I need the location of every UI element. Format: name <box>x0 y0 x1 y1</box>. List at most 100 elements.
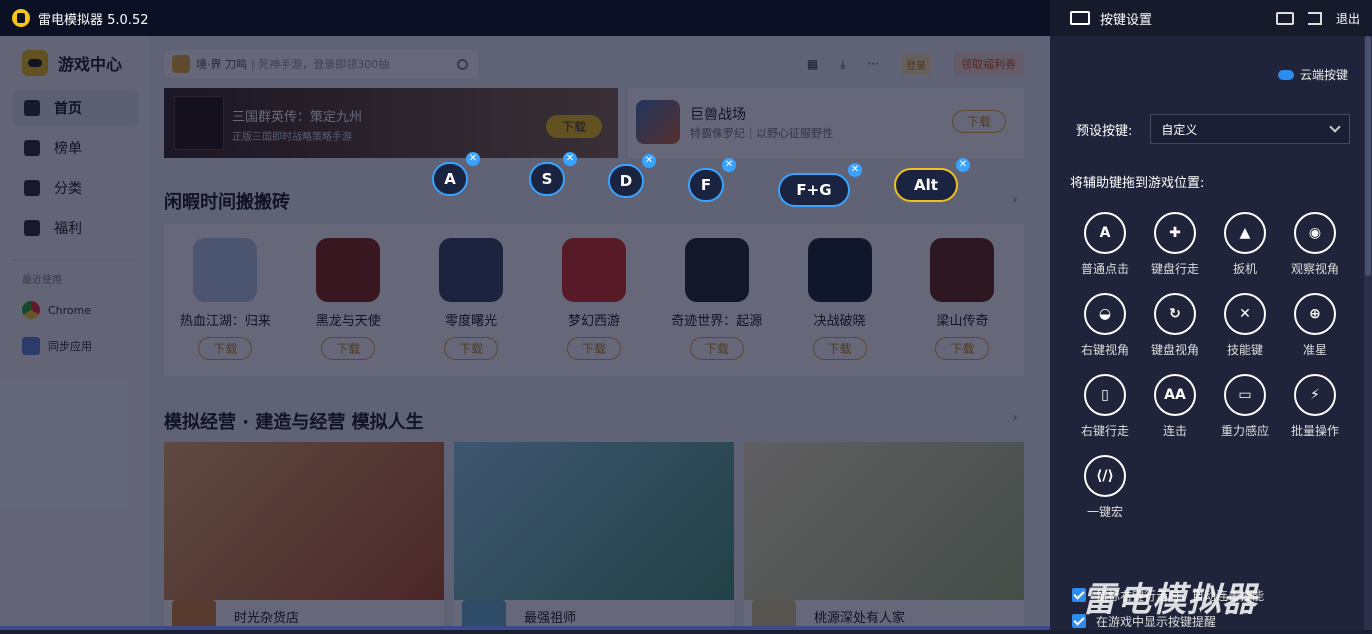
scrollbar[interactable] <box>1364 36 1372 630</box>
sidebar-item-welfare[interactable]: 福利 <box>12 210 138 246</box>
tool-crosshair[interactable]: ⊕ 准星 <box>1280 293 1350 358</box>
sidebar-item-label: 分类 <box>54 181 82 197</box>
download-button[interactable]: 下载 <box>444 337 499 360</box>
game-name: 梦幻西游 <box>567 314 620 329</box>
search-placeholder: | 死神手游，登录即领300抽 <box>251 58 390 71</box>
tool-keyboard-view[interactable]: ↻ 键盘视角 <box>1140 293 1210 358</box>
game-icon <box>193 238 258 302</box>
remove-key-icon[interactable]: ✕ <box>848 163 862 177</box>
preset-select[interactable]: 自定义 <box>1150 114 1351 144</box>
welfare-button[interactable]: 领取福利券 <box>953 52 1024 76</box>
tool-batch[interactable]: ⚡ 批量操作 <box>1280 374 1350 439</box>
exit-button[interactable]: 退出 <box>1336 10 1360 27</box>
preset-label: 预设按键: <box>1076 123 1133 139</box>
tool-right-view[interactable]: ◒ 右键视角 <box>1070 293 1140 358</box>
download-button[interactable]: 下载 <box>812 337 867 360</box>
section-title: 模拟经营 · 建造与经营 模拟人生 <box>164 412 424 433</box>
sidebar-item-ranking[interactable]: 榜单 <box>12 130 138 166</box>
promo-card[interactable]: 巨兽战场 特霸侏罗纪｜以野心征服野性 下载 <box>628 88 1024 158</box>
tool-combo[interactable]: AA 连击 <box>1140 374 1210 439</box>
download-icon[interactable]: ⤓ <box>840 57 845 72</box>
more-icon[interactable]: ··· <box>868 57 879 71</box>
tool-observe-view[interactable]: ◉ 观察视角 <box>1280 212 1350 277</box>
remove-key-icon[interactable]: ✕ <box>563 152 577 166</box>
tool-label: 重力感应 <box>1220 424 1269 438</box>
game-item[interactable]: 零度曙光 下载 <box>416 238 526 376</box>
game-item[interactable]: 梁山传奇 下载 <box>907 238 1017 376</box>
key-marker-s[interactable]: S ✕ <box>529 152 577 196</box>
recent-item-chrome[interactable]: Chrome <box>0 292 150 328</box>
promo-title: 巨兽战场 <box>690 107 746 123</box>
top-bar: 境·界 刀鸣 | 死神手游，登录即领300抽 ▦ ⤓ ··· 登录 领取福利券 <box>164 50 1024 78</box>
scrollbar-thumb[interactable] <box>1365 36 1371 276</box>
crosshair-icon: ⊕ <box>1294 293 1336 335</box>
login-button[interactable]: 登录 <box>901 53 931 75</box>
download-button[interactable]: 下载 <box>566 337 621 360</box>
banner-download-button[interactable]: 下载 <box>545 115 602 138</box>
folder-icon[interactable] <box>1275 11 1294 25</box>
remove-key-icon[interactable]: ✕ <box>466 152 480 166</box>
grid-icon <box>24 180 40 196</box>
download-button[interactable]: 下载 <box>321 337 376 360</box>
game-item[interactable]: 梦幻西游 下载 <box>539 238 649 376</box>
game-item[interactable]: 热血江湖：归来下载 <box>170 238 280 376</box>
promo-download-button[interactable]: 下载 <box>951 110 1006 133</box>
key-marker-f[interactable]: F ✕ <box>688 158 736 202</box>
download-button[interactable]: 下载 <box>689 337 744 360</box>
keyboard-view-icon: ↻ <box>1154 293 1196 335</box>
macro-icon: ⟨/⟩ <box>1084 455 1126 497</box>
game-name: 热血江湖：归来 <box>179 314 271 329</box>
preset-value: 自定义 <box>1161 122 1198 137</box>
cloud-keys-button[interactable]: 云端按键 <box>1277 66 1348 83</box>
game-name: 零度曙光 <box>445 314 498 329</box>
card-title: 桃源深处有人家 <box>814 610 906 626</box>
search-icon[interactable] <box>457 58 468 70</box>
tool-label: 右键行走 <box>1080 424 1129 438</box>
featured-banner[interactable]: 三国群英传：策定九州 正版三国即时战略策略手游 下载 <box>164 88 618 158</box>
exit-icon[interactable] <box>1307 11 1322 25</box>
gravity-icon: ▭ <box>1224 374 1266 416</box>
remove-key-icon[interactable]: ✕ <box>956 158 970 172</box>
keymap-panel: 按键设置 退出 云端按键 预设按键: 自定义 将辅助键拖到游戏位置: A 普通点击… <box>1050 0 1372 630</box>
tool-label: 观察视角 <box>1290 262 1339 276</box>
remove-key-icon[interactable]: ✕ <box>722 158 736 172</box>
chevron-right-icon[interactable]: › <box>1012 192 1018 208</box>
tool-gravity[interactable]: ▭ 重力感应 <box>1210 374 1280 439</box>
download-button[interactable]: 下载 <box>198 337 253 360</box>
combo-icon: AA <box>1154 374 1196 416</box>
key-marker-alt[interactable]: Alt ✕ <box>894 158 970 202</box>
ldplayer-logo-icon <box>12 9 30 27</box>
search-input[interactable]: 境·界 刀鸣 | 死神手游，登录即领300抽 <box>164 50 478 78</box>
key-marker-fg[interactable]: F+G ✕ <box>778 163 862 207</box>
remove-key-icon[interactable]: ✕ <box>642 154 656 168</box>
key-marker-d[interactable]: D ✕ <box>608 154 656 198</box>
sidebar-item-home[interactable]: 首页 <box>12 90 138 126</box>
game-card[interactable]: 最强祖师 <box>454 442 734 630</box>
game-card[interactable]: 桃源深处有人家 <box>744 442 1024 630</box>
gamepad-icon <box>24 100 40 116</box>
download-button[interactable]: 下载 <box>935 337 990 360</box>
game-name: 奇迹世界：起源 <box>671 314 763 329</box>
sidebar-item-label: 福利 <box>54 221 82 237</box>
tool-trigger[interactable]: ▲ 扳机 <box>1210 212 1280 277</box>
sidebar-item-category[interactable]: 分类 <box>12 170 138 206</box>
tool-right-walk[interactable]: ▯ 右键行走 <box>1070 374 1140 439</box>
game-item[interactable]: 奇迹世界：起源下载 <box>662 238 772 376</box>
calendar-icon[interactable]: ▦ <box>807 57 818 71</box>
tool-skill[interactable]: ✕ 技能键 <box>1210 293 1280 358</box>
card-image <box>454 442 734 600</box>
game-item[interactable]: 黑龙与天使 下载 <box>293 238 403 376</box>
chevron-right-icon[interactable]: › <box>1012 410 1018 426</box>
tool-label: 键盘视角 <box>1150 343 1199 357</box>
game-icon <box>439 238 504 302</box>
tool-tap[interactable]: A 普通点击 <box>1070 212 1140 277</box>
tool-keyboard-walk[interactable]: ✚ 键盘行走 <box>1140 212 1210 277</box>
game-card[interactable]: 时光杂货店 <box>164 442 444 630</box>
tool-macro[interactable]: ⟨/⟩ 一键宏 <box>1070 455 1140 520</box>
key-marker-a[interactable]: A ✕ <box>432 152 480 196</box>
game-item[interactable]: 决战破晓 下载 <box>785 238 895 376</box>
key-label: F <box>700 176 712 194</box>
search-prefix: 境·界 刀鸣 <box>196 58 247 71</box>
game-name: 黑龙与天使 <box>315 314 381 329</box>
recent-item-sync[interactable]: 同步应用 <box>0 328 150 364</box>
